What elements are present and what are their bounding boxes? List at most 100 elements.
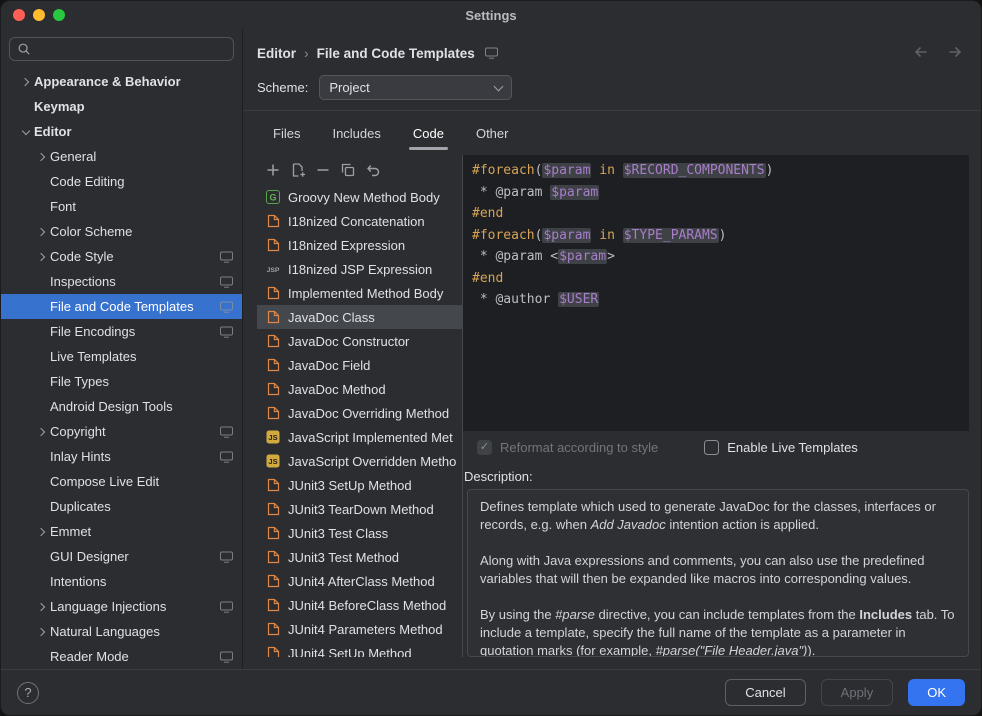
- sidebar-item-android-design-tools[interactable]: Android Design Tools: [1, 394, 242, 419]
- create-template-button[interactable]: [262, 159, 284, 181]
- template-item-groovy-new-method-body[interactable]: GGroovy New Method Body: [257, 185, 462, 209]
- sidebar-item-color-scheme[interactable]: Color Scheme: [1, 219, 242, 244]
- template-item-junit4-afterclass-method[interactable]: JUnit4 AfterClass Method: [257, 569, 462, 593]
- chevron-right-icon[interactable]: [34, 224, 50, 240]
- template-item-implemented-method-body[interactable]: Implemented Method Body: [257, 281, 462, 305]
- sidebar-item-label: Appearance & Behavior: [34, 74, 181, 89]
- ok-button[interactable]: OK: [908, 679, 965, 706]
- sidebar-item-compose-live-edit[interactable]: Compose Live Edit: [1, 469, 242, 494]
- remove-template-button[interactable]: [312, 159, 334, 181]
- chevron-right-icon[interactable]: [34, 249, 50, 265]
- tab-files[interactable]: Files: [257, 115, 316, 151]
- chevron-right-icon[interactable]: [34, 624, 50, 640]
- sidebar-item-intentions[interactable]: Intentions: [1, 569, 242, 594]
- template-item-junit3-teardown-method[interactable]: JUnit3 TearDown Method: [257, 497, 462, 521]
- sidebar-item-reader-mode[interactable]: Reader Mode: [1, 644, 242, 669]
- reformat-checkbox[interactable]: ✓ Reformat according to style: [477, 440, 658, 455]
- tab-includes[interactable]: Includes: [316, 115, 396, 151]
- template-item-i18nized-concatenation[interactable]: I18nized Concatenation: [257, 209, 462, 233]
- template-item-javadoc-field[interactable]: JavaDoc Field: [257, 353, 462, 377]
- code-line: * @author $USER: [472, 289, 960, 311]
- template-item-junit3-setup-method[interactable]: JUnit3 SetUp Method: [257, 473, 462, 497]
- close-window-button[interactable]: [13, 9, 25, 21]
- chevron-right-icon[interactable]: [18, 74, 34, 90]
- code-line: * @param $param: [472, 182, 960, 204]
- back-button[interactable]: [913, 44, 929, 63]
- sidebar-item-live-templates[interactable]: Live Templates: [1, 344, 242, 369]
- template-item-javadoc-method[interactable]: JavaDoc Method: [257, 377, 462, 401]
- template-list-panel: GGroovy New Method BodyI18nized Concaten…: [257, 155, 463, 657]
- sidebar-item-code-style[interactable]: Code Style: [1, 244, 242, 269]
- template-tabs: FilesIncludesCodeOther: [257, 115, 969, 151]
- template-item-label: JavaScript Overridden Metho: [288, 454, 456, 469]
- chevron-spacer: [34, 574, 50, 590]
- tab-code[interactable]: Code: [397, 115, 460, 151]
- enable-live-templates-checkbox[interactable]: Enable Live Templates: [704, 440, 858, 455]
- template-file-icon: [265, 334, 281, 348]
- scheme-value: Project: [329, 80, 369, 95]
- sidebar-item-label: Editor: [34, 124, 72, 139]
- sidebar-item-inlay-hints[interactable]: Inlay Hints: [1, 444, 242, 469]
- chevron-spacer: [34, 274, 50, 290]
- cancel-button[interactable]: Cancel: [725, 679, 805, 706]
- chevron-right-icon[interactable]: [34, 524, 50, 540]
- groovy-file-icon: G: [265, 190, 281, 204]
- sidebar-item-duplicates[interactable]: Duplicates: [1, 494, 242, 519]
- template-item-junit4-beforeclass-method[interactable]: JUnit4 BeforeClass Method: [257, 593, 462, 617]
- sidebar-item-copyright[interactable]: Copyright: [1, 419, 242, 444]
- sidebar-item-code-editing[interactable]: Code Editing: [1, 169, 242, 194]
- sidebar-item-file-types[interactable]: File Types: [1, 369, 242, 394]
- chevron-right-icon[interactable]: [34, 599, 50, 615]
- sidebar-item-emmet[interactable]: Emmet: [1, 519, 242, 544]
- chevron-right-icon[interactable]: [34, 424, 50, 440]
- sidebar-item-font[interactable]: Font: [1, 194, 242, 219]
- template-item-junit3-test-class[interactable]: JUnit3 Test Class: [257, 521, 462, 545]
- sidebar-item-appearance-behavior[interactable]: Appearance & Behavior: [1, 69, 242, 94]
- help-button[interactable]: ?: [17, 682, 39, 704]
- template-item-junit3-test-method[interactable]: JUnit3 Test Method: [257, 545, 462, 569]
- zoom-window-button[interactable]: [53, 9, 65, 21]
- template-item-junit4-parameters-method[interactable]: JUnit4 Parameters Method: [257, 617, 462, 641]
- template-item-javascript-implemented-met[interactable]: JSJavaScript Implemented Met: [257, 425, 462, 449]
- sidebar-item-general[interactable]: General: [1, 144, 242, 169]
- breadcrumb-section[interactable]: Editor: [257, 46, 296, 61]
- sidebar-item-label: Language Injections: [50, 599, 166, 614]
- duplicate-template-button[interactable]: [337, 159, 359, 181]
- template-item-javadoc-class[interactable]: JavaDoc Class: [257, 305, 462, 329]
- chevron-spacer: [34, 499, 50, 515]
- sidebar-item-file-and-code-templates[interactable]: File and Code Templates: [1, 294, 242, 319]
- chevron-down-icon[interactable]: [18, 124, 34, 140]
- shared-settings-icon: [220, 551, 233, 563]
- minimize-window-button[interactable]: [33, 9, 45, 21]
- sidebar-item-gui-designer[interactable]: GUI Designer: [1, 544, 242, 569]
- search-input[interactable]: [36, 42, 226, 57]
- shared-settings-icon: [220, 426, 233, 438]
- template-item-javadoc-constructor[interactable]: JavaDoc Constructor: [257, 329, 462, 353]
- sidebar-item-language-injections[interactable]: Language Injections: [1, 594, 242, 619]
- sidebar-item-editor[interactable]: Editor: [1, 119, 242, 144]
- template-item-label: I18nized Expression: [288, 238, 405, 253]
- forward-button[interactable]: [947, 44, 963, 63]
- template-item-i18nized-expression[interactable]: I18nized Expression: [257, 233, 462, 257]
- tab-other[interactable]: Other: [460, 115, 525, 151]
- template-item-javadoc-overriding-method[interactable]: JavaDoc Overriding Method: [257, 401, 462, 425]
- breadcrumb: Editor › File and Code Templates: [257, 29, 969, 69]
- chevron-right-icon[interactable]: [34, 149, 50, 165]
- description-paragraph: Defines template which used to generate …: [480, 498, 956, 534]
- sidebar-item-keymap[interactable]: Keymap: [1, 94, 242, 119]
- template-item-i18nized-jsp-expression[interactable]: JSPI18nized JSP Expression: [257, 257, 462, 281]
- template-code-editor[interactable]: #foreach($param in $RECORD_COMPONENTS) *…: [463, 155, 969, 431]
- scheme-select[interactable]: Project: [319, 75, 512, 100]
- create-child-template-button[interactable]: [287, 159, 309, 181]
- template-file-icon: [265, 358, 281, 372]
- apply-button[interactable]: Apply: [821, 679, 894, 706]
- template-item-junit4-setup-method[interactable]: JUnit4 SetUp Method: [257, 641, 462, 657]
- reset-template-button[interactable]: [362, 159, 384, 181]
- sidebar-item-file-encodings[interactable]: File Encodings: [1, 319, 242, 344]
- sidebar-item-natural-languages[interactable]: Natural Languages: [1, 619, 242, 644]
- sidebar-item-label: Font: [50, 199, 76, 214]
- settings-search[interactable]: [9, 37, 234, 61]
- sidebar-item-inspections[interactable]: Inspections: [1, 269, 242, 294]
- template-item-javascript-overridden-metho[interactable]: JSJavaScript Overridden Metho: [257, 449, 462, 473]
- description-paragraph: Along with Java expressions and comments…: [480, 552, 956, 588]
